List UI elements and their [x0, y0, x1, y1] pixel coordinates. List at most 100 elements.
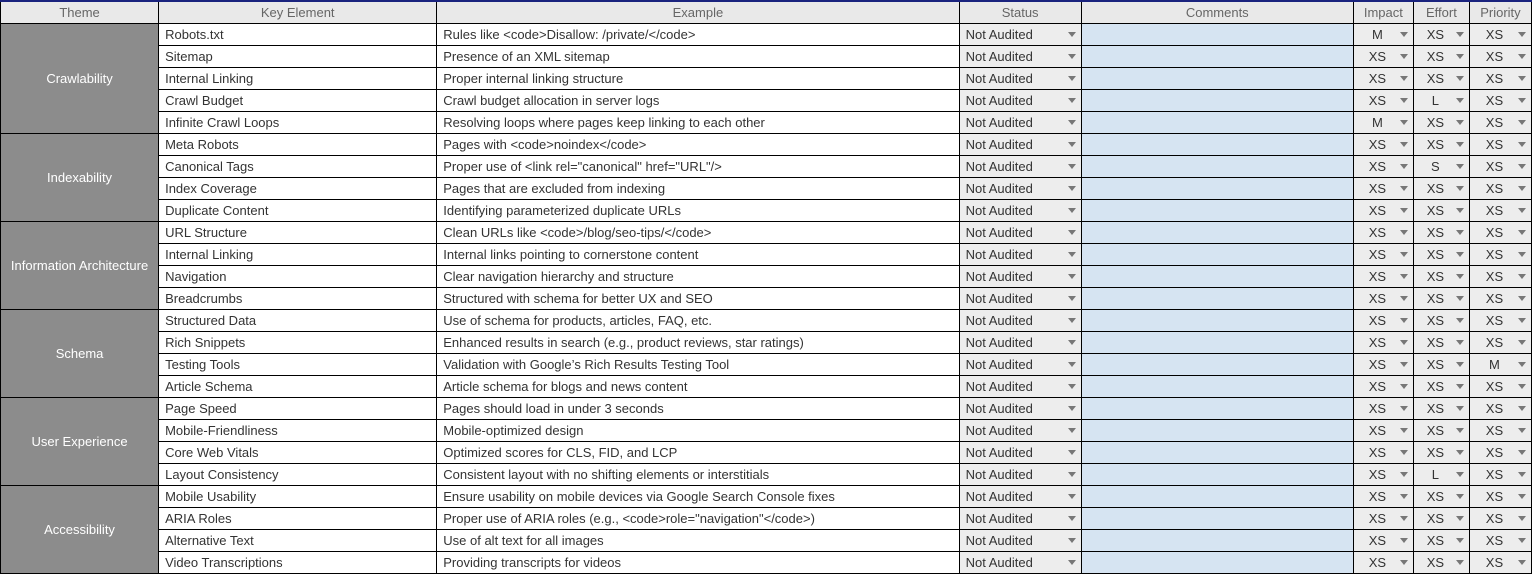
priority-dropdown[interactable]: XS [1469, 551, 1531, 573]
status-dropdown[interactable]: Not Audited [959, 89, 1081, 111]
comments-cell[interactable] [1081, 463, 1353, 485]
impact-dropdown[interactable]: XS [1353, 529, 1413, 551]
comments-cell[interactable] [1081, 375, 1353, 397]
comments-cell[interactable] [1081, 177, 1353, 199]
priority-dropdown[interactable]: XS [1469, 199, 1531, 221]
comments-cell[interactable] [1081, 331, 1353, 353]
impact-dropdown[interactable]: XS [1353, 441, 1413, 463]
priority-dropdown[interactable]: XS [1469, 111, 1531, 133]
comments-cell[interactable] [1081, 89, 1353, 111]
priority-dropdown[interactable]: XS [1469, 507, 1531, 529]
status-dropdown[interactable]: Not Audited [959, 331, 1081, 353]
comments-cell[interactable] [1081, 111, 1353, 133]
priority-dropdown[interactable]: XS [1469, 419, 1531, 441]
comments-cell[interactable] [1081, 155, 1353, 177]
impact-dropdown[interactable]: XS [1353, 485, 1413, 507]
status-dropdown[interactable]: Not Audited [959, 463, 1081, 485]
priority-dropdown[interactable]: XS [1469, 287, 1531, 309]
status-dropdown[interactable]: Not Audited [959, 419, 1081, 441]
priority-dropdown[interactable]: XS [1469, 265, 1531, 287]
comments-cell[interactable] [1081, 45, 1353, 67]
status-dropdown[interactable]: Not Audited [959, 199, 1081, 221]
impact-dropdown[interactable]: XS [1353, 375, 1413, 397]
status-dropdown[interactable]: Not Audited [959, 265, 1081, 287]
effort-dropdown[interactable]: XS [1413, 441, 1469, 463]
effort-dropdown[interactable]: XS [1413, 375, 1469, 397]
effort-dropdown[interactable]: XS [1413, 67, 1469, 89]
comments-cell[interactable] [1081, 529, 1353, 551]
impact-dropdown[interactable]: XS [1353, 551, 1413, 573]
effort-dropdown[interactable]: XS [1413, 419, 1469, 441]
status-dropdown[interactable]: Not Audited [959, 397, 1081, 419]
impact-dropdown[interactable]: XS [1353, 155, 1413, 177]
impact-dropdown[interactable]: M [1353, 23, 1413, 45]
impact-dropdown[interactable]: XS [1353, 309, 1413, 331]
priority-dropdown[interactable]: XS [1469, 89, 1531, 111]
comments-cell[interactable] [1081, 419, 1353, 441]
status-dropdown[interactable]: Not Audited [959, 221, 1081, 243]
effort-dropdown[interactable]: XS [1413, 111, 1469, 133]
comments-cell[interactable] [1081, 23, 1353, 45]
comments-cell[interactable] [1081, 507, 1353, 529]
status-dropdown[interactable]: Not Audited [959, 67, 1081, 89]
effort-dropdown[interactable]: XS [1413, 199, 1469, 221]
effort-dropdown[interactable]: XS [1413, 221, 1469, 243]
status-dropdown[interactable]: Not Audited [959, 485, 1081, 507]
status-dropdown[interactable]: Not Audited [959, 375, 1081, 397]
status-dropdown[interactable]: Not Audited [959, 243, 1081, 265]
comments-cell[interactable] [1081, 243, 1353, 265]
impact-dropdown[interactable]: XS [1353, 133, 1413, 155]
effort-dropdown[interactable]: XS [1413, 287, 1469, 309]
status-dropdown[interactable]: Not Audited [959, 441, 1081, 463]
impact-dropdown[interactable]: XS [1353, 353, 1413, 375]
comments-cell[interactable] [1081, 199, 1353, 221]
priority-dropdown[interactable]: XS [1469, 243, 1531, 265]
impact-dropdown[interactable]: XS [1353, 45, 1413, 67]
effort-dropdown[interactable]: S [1413, 155, 1469, 177]
priority-dropdown[interactable]: M [1469, 353, 1531, 375]
impact-dropdown[interactable]: XS [1353, 221, 1413, 243]
effort-dropdown[interactable]: XS [1413, 309, 1469, 331]
status-dropdown[interactable]: Not Audited [959, 177, 1081, 199]
impact-dropdown[interactable]: XS [1353, 177, 1413, 199]
priority-dropdown[interactable]: XS [1469, 375, 1531, 397]
effort-dropdown[interactable]: L [1413, 89, 1469, 111]
priority-dropdown[interactable]: XS [1469, 397, 1531, 419]
comments-cell[interactable] [1081, 133, 1353, 155]
comments-cell[interactable] [1081, 397, 1353, 419]
impact-dropdown[interactable]: XS [1353, 287, 1413, 309]
impact-dropdown[interactable]: M [1353, 111, 1413, 133]
comments-cell[interactable] [1081, 265, 1353, 287]
priority-dropdown[interactable]: XS [1469, 221, 1531, 243]
impact-dropdown[interactable]: XS [1353, 199, 1413, 221]
effort-dropdown[interactable]: L [1413, 463, 1469, 485]
status-dropdown[interactable]: Not Audited [959, 551, 1081, 573]
status-dropdown[interactable]: Not Audited [959, 353, 1081, 375]
effort-dropdown[interactable]: XS [1413, 23, 1469, 45]
comments-cell[interactable] [1081, 441, 1353, 463]
impact-dropdown[interactable]: XS [1353, 67, 1413, 89]
comments-cell[interactable] [1081, 485, 1353, 507]
impact-dropdown[interactable]: XS [1353, 507, 1413, 529]
priority-dropdown[interactable]: XS [1469, 485, 1531, 507]
effort-dropdown[interactable]: XS [1413, 45, 1469, 67]
comments-cell[interactable] [1081, 221, 1353, 243]
status-dropdown[interactable]: Not Audited [959, 155, 1081, 177]
priority-dropdown[interactable]: XS [1469, 463, 1531, 485]
effort-dropdown[interactable]: XS [1413, 485, 1469, 507]
impact-dropdown[interactable]: XS [1353, 243, 1413, 265]
effort-dropdown[interactable]: XS [1413, 243, 1469, 265]
impact-dropdown[interactable]: XS [1353, 397, 1413, 419]
priority-dropdown[interactable]: XS [1469, 441, 1531, 463]
status-dropdown[interactable]: Not Audited [959, 133, 1081, 155]
status-dropdown[interactable]: Not Audited [959, 23, 1081, 45]
status-dropdown[interactable]: Not Audited [959, 287, 1081, 309]
priority-dropdown[interactable]: XS [1469, 155, 1531, 177]
effort-dropdown[interactable]: XS [1413, 177, 1469, 199]
effort-dropdown[interactable]: XS [1413, 331, 1469, 353]
priority-dropdown[interactable]: XS [1469, 177, 1531, 199]
effort-dropdown[interactable]: XS [1413, 507, 1469, 529]
effort-dropdown[interactable]: XS [1413, 133, 1469, 155]
priority-dropdown[interactable]: XS [1469, 133, 1531, 155]
effort-dropdown[interactable]: XS [1413, 353, 1469, 375]
